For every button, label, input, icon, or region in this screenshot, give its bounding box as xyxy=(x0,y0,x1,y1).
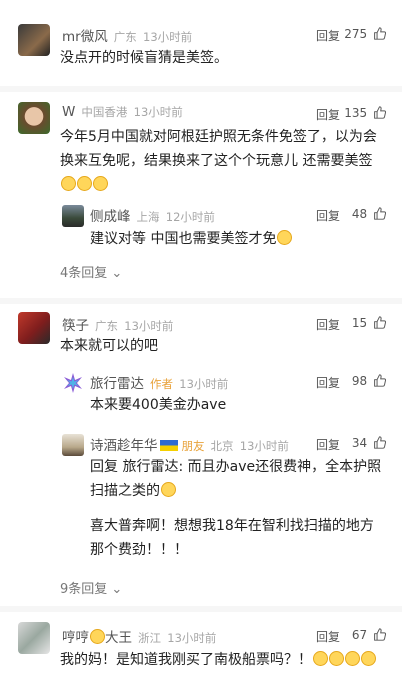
like-button[interactable]: 15 xyxy=(352,316,386,330)
time-text: 13小时前 xyxy=(133,105,183,119)
comment-4: 哼哼 大王 浙江 13小时前 回复 67 我的妈！是知道我刚买了南极船票吗？！ xyxy=(0,612,402,692)
comment-text: 我的妈！是知道我刚买了南极船票吗？！ xyxy=(60,648,382,672)
reply-text-second-paragraph: 喜大普奔啊！想想我18年在智利找扫描的地方那个费劲！！！ xyxy=(90,518,374,558)
like-button[interactable]: 98 xyxy=(352,374,386,388)
reply-button[interactable]: 回复 xyxy=(316,316,340,333)
like-count: 275 xyxy=(344,27,368,41)
comment-username[interactable]: 筷子 广东 13小时前 xyxy=(62,314,173,334)
like-button[interactable]: 135 xyxy=(344,106,386,120)
expand-replies-link[interactable]: 9条回复 ⌄ xyxy=(60,578,122,597)
crying-emoji-icon xyxy=(361,651,376,666)
reply-avatar[interactable] xyxy=(62,372,84,394)
reply-text-body: 建议对等 中国也需要美签才免 xyxy=(90,231,277,247)
expand-replies-link[interactable]: 4条回复 ⌄ xyxy=(60,262,122,281)
reply-username[interactable]: 侧成峰 上海 12小时前 xyxy=(90,205,215,225)
location-text: 广东 xyxy=(95,319,118,333)
thumbs-up-icon xyxy=(374,436,386,449)
time-text: 12小时前 xyxy=(165,210,215,224)
friend-tag: 朋友 xyxy=(181,439,205,453)
reply-button[interactable]: 回复 xyxy=(316,436,340,453)
more-replies-text[interactable]: 9条回复 xyxy=(60,582,107,597)
thumbs-up-icon xyxy=(374,628,386,641)
avatar[interactable] xyxy=(18,102,50,134)
reply-avatar[interactable] xyxy=(62,434,84,456)
comment-text: 今年5月中国就对阿根廷护照无条件免签了，以为会换来互免呢，结果换来了这个个玩意儿… xyxy=(60,125,382,197)
like-button[interactable]: 48 xyxy=(352,207,386,221)
username-suffix-text[interactable]: 大王 xyxy=(105,630,132,646)
reply-text: 回复 旅行雷达: 而且办ave还很费神，全本护照扫描之类的 xyxy=(90,455,385,503)
location-text: 上海 xyxy=(136,210,160,224)
comment-1: mr微风 广东 13小时前 回复 275 没点开的时候盲猜是美签。 xyxy=(0,0,402,90)
reply-button[interactable]: 回复 xyxy=(316,106,340,123)
like-count: 48 xyxy=(351,207,368,221)
comment-username[interactable]: 哼哼 大王 浙江 13小时前 xyxy=(62,626,216,646)
avatar[interactable] xyxy=(18,622,50,654)
chevron-down-icon: ⌄ xyxy=(111,582,123,597)
comment-3: 筷子 广东 13小时前 回复 15 本来就可以的吧 旅行雷达 作者 13小时前 回复… xyxy=(0,304,402,604)
thumbs-up-icon xyxy=(374,374,386,387)
like-count: 135 xyxy=(344,106,368,120)
more-replies-text[interactable]: 4条回复 xyxy=(60,266,107,281)
time-text: 13小时前 xyxy=(179,377,229,391)
username-text[interactable]: 诗酒趁年华 xyxy=(90,438,158,454)
star-logo-icon xyxy=(64,373,82,393)
author-tag: 作者 xyxy=(150,377,173,391)
like-count: 98 xyxy=(351,374,368,388)
time-text: 13小时前 xyxy=(143,30,193,44)
reply-text: 建议对等 中国也需要美签才免 xyxy=(90,227,390,251)
reply-username[interactable]: 诗酒趁年华 朋友 北京 13小时前 xyxy=(90,434,289,454)
username-text[interactable]: 哼哼 xyxy=(62,630,89,646)
reply-avatar[interactable] xyxy=(62,205,84,227)
like-count: 34 xyxy=(351,436,368,450)
like-button[interactable]: 275 xyxy=(344,27,386,41)
ukraine-flag-icon xyxy=(159,440,178,451)
crying-emoji-icon xyxy=(345,651,360,666)
chevron-down-icon: ⌄ xyxy=(111,266,123,281)
expressionless-emoji-icon xyxy=(93,176,108,191)
reply-button[interactable]: 回复 xyxy=(316,628,340,645)
comment-2: W 中国香港 13小时前 回复 135 今年5月中国就对阿根廷护照无条件免签了，以… xyxy=(0,92,402,298)
crying-emoji-icon xyxy=(329,651,344,666)
like-button[interactable]: 67 xyxy=(352,628,386,642)
username-text[interactable]: 旅行雷达 xyxy=(90,376,144,392)
like-button[interactable]: 34 xyxy=(352,436,386,450)
cat-emoji-icon xyxy=(277,230,293,245)
reply-button[interactable]: 回复 xyxy=(316,374,340,391)
thumbs-up-icon xyxy=(374,106,386,119)
thumbs-up-icon xyxy=(374,27,386,40)
reply-button[interactable]: 回复 xyxy=(316,207,340,224)
location-text: 浙江 xyxy=(138,631,161,645)
avatar[interactable] xyxy=(18,312,50,344)
time-text: 13小时前 xyxy=(124,319,174,333)
username-text[interactable]: 侧成峰 xyxy=(90,209,131,225)
like-count: 15 xyxy=(351,316,368,330)
reply-button[interactable]: 回复 xyxy=(316,27,340,44)
comment-username[interactable]: mr微风 广东 13小时前 xyxy=(62,25,192,45)
thumbs-up-icon xyxy=(374,316,386,329)
comment-text-body: 我的妈！是知道我刚买了南极船票吗？！ xyxy=(60,652,312,668)
like-count: 67 xyxy=(351,628,368,642)
location-text: 中国香港 xyxy=(81,105,128,119)
time-text: 13小时前 xyxy=(239,439,289,453)
username-text[interactable]: mr微风 xyxy=(62,29,108,45)
location-text: 北京 xyxy=(210,439,234,453)
comment-text: 本来就可以的吧 xyxy=(60,338,158,354)
sleepy-emoji-icon xyxy=(61,176,76,191)
username-text[interactable]: W xyxy=(62,104,75,120)
thumbs-up-icon xyxy=(374,207,386,220)
reply-username[interactable]: 旅行雷达 作者 13小时前 xyxy=(90,372,228,392)
reply-text-body: 回复 旅行雷达: 而且办ave还很费神，全本护照扫描之类的 xyxy=(90,459,382,499)
time-text: 13小时前 xyxy=(167,631,217,645)
comment-text-body: 今年5月中国就对阿根廷护照无条件免签了，以为会换来互免呢，结果换来了这个个玩意儿… xyxy=(60,129,377,169)
location-text: 广东 xyxy=(113,30,137,44)
grimace-emoji-icon xyxy=(161,482,176,497)
reply-text: 本来要400美金办ave xyxy=(90,397,227,413)
avatar[interactable] xyxy=(18,24,50,56)
comment-username[interactable]: W 中国香港 13小时前 xyxy=(62,104,183,120)
smile-emoji-icon xyxy=(90,629,105,644)
expressionless-emoji-icon xyxy=(77,176,92,191)
comment-text: 没点开的时候盲猜是美签。 xyxy=(60,50,228,66)
crying-emoji-icon xyxy=(313,651,328,666)
username-text[interactable]: 筷子 xyxy=(62,318,89,334)
